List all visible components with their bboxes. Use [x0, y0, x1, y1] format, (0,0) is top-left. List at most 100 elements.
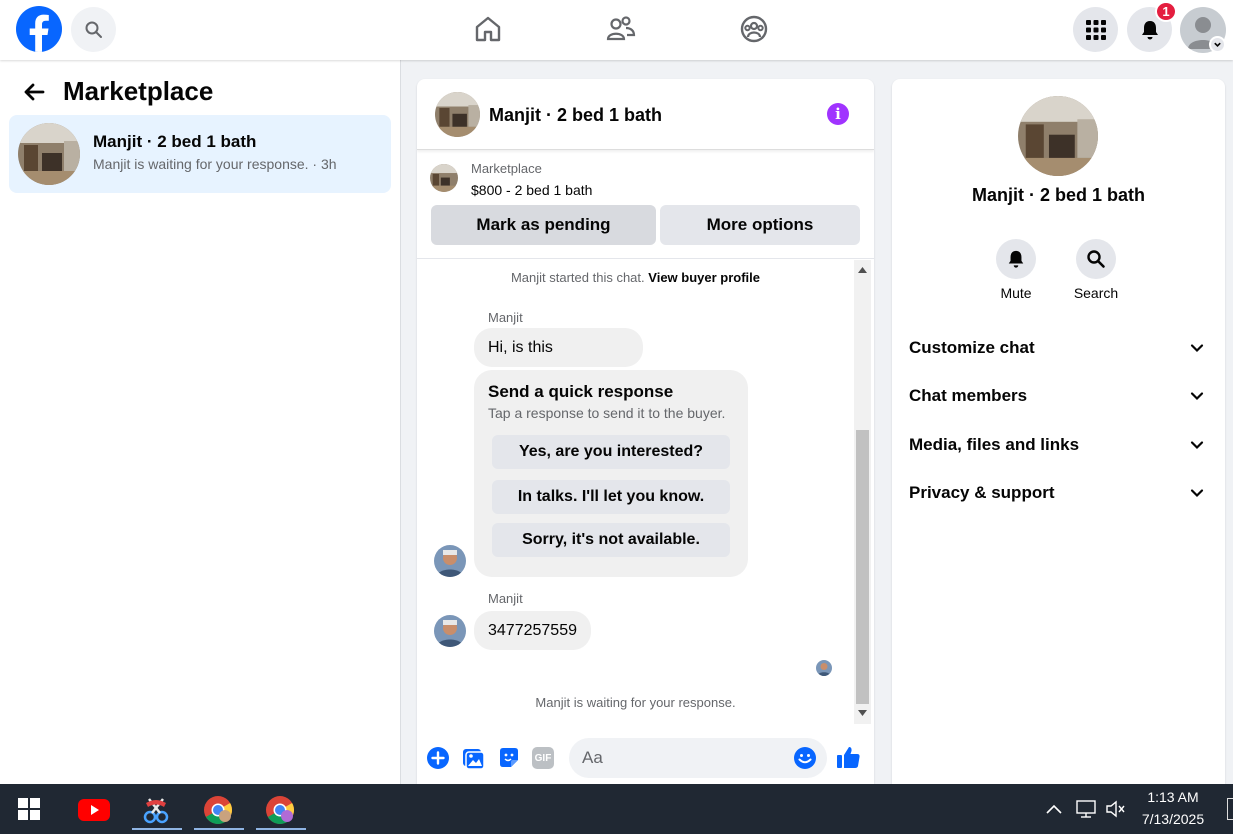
more-actions-button[interactable]	[426, 746, 450, 770]
snipping-tool-icon	[143, 798, 169, 824]
volume-control[interactable]	[1105, 799, 1127, 819]
sender-avatar	[434, 615, 466, 647]
triangle-up-icon	[858, 267, 867, 273]
show-hidden-icons-button[interactable]	[1045, 802, 1063, 814]
section-chat-members[interactable]: Chat members	[892, 376, 1225, 416]
attach-photo-button[interactable]	[461, 746, 485, 770]
message-bubble: Hi, is this available?	[474, 328, 643, 395]
search-in-chat-button[interactable]	[1076, 239, 1116, 279]
account-menu-caret[interactable]	[1209, 36, 1226, 53]
home-tab[interactable]	[471, 12, 505, 46]
back-button[interactable]	[21, 80, 49, 104]
home-icon	[475, 16, 501, 42]
quick-reply-not-available[interactable]: Sorry, it's not available.	[492, 523, 730, 557]
groups-icon	[740, 15, 768, 43]
taskbar-snipping-tool[interactable]	[132, 790, 182, 830]
start-button[interactable]	[18, 798, 40, 820]
triangle-down-icon	[858, 710, 867, 716]
chat-started-text: Manjit started this chat.	[510, 270, 645, 285]
windows-logo-icon	[18, 798, 40, 820]
message-thread: Manjit started this chat. View buyer pro…	[417, 260, 854, 724]
chat-window: Manjit · 2 bed 1 bath i Marketplace $800…	[417, 79, 874, 784]
quick-reply-yes[interactable]: Yes, are you interested?	[492, 435, 730, 469]
quick-response-title: Send a quick response	[488, 382, 674, 401]
marketplace-sidebar: Marketplace Manjit · 2 bed 1 bath Manjit…	[0, 60, 401, 784]
network-status[interactable]	[1075, 799, 1097, 819]
listing-label: Marketplace	[471, 161, 542, 176]
listing-thumbnail[interactable]	[430, 164, 458, 192]
sticker-button[interactable]	[497, 746, 521, 770]
view-buyer-profile-link[interactable]: View buyer profile	[648, 270, 760, 285]
clock-date[interactable]: 7/13/2025	[1130, 811, 1216, 827]
arrow-left-icon	[24, 83, 45, 101]
chat-title[interactable]: Manjit · 2 bed 1 bath	[489, 105, 662, 126]
menu-grid-icon	[1085, 19, 1106, 40]
section-label: Media, files and links	[909, 435, 1080, 454]
listing-price-title[interactable]: $800 - 2 bed 1 bath	[471, 182, 592, 198]
chrome-icon	[266, 796, 294, 824]
seen-indicator-avatar	[816, 660, 832, 676]
chat-avatar[interactable]	[435, 92, 480, 137]
mute-button[interactable]	[996, 239, 1036, 279]
search-icon	[85, 21, 102, 38]
menu-button[interactable]	[1073, 7, 1118, 52]
like-button[interactable]	[835, 744, 862, 771]
youtube-icon	[78, 799, 110, 821]
scrollbar-thumb[interactable]	[856, 430, 869, 704]
quick-response-subtitle: Tap a response to send it to the buyer.	[488, 405, 726, 421]
chevron-down-icon	[1190, 441, 1204, 450]
chevron-down-icon	[1190, 489, 1204, 498]
gif-button[interactable]: GIF	[532, 747, 554, 769]
message-scrollbar[interactable]	[854, 260, 871, 724]
message-input[interactable]	[569, 738, 827, 778]
volume-muted-icon	[1106, 800, 1125, 818]
mute-action[interactable]: Mute	[986, 239, 1046, 301]
waiting-notice: Manjit is waiting for your response.	[535, 695, 736, 710]
quick-response-card: Send a quick response Tap a response to …	[474, 370, 748, 577]
quick-reply-in-talks[interactable]: In talks. I'll let you know.	[492, 480, 730, 514]
mark-as-pending-button[interactable]: Mark as pending	[431, 205, 656, 245]
show-desktop-button[interactable]	[1227, 798, 1233, 820]
mute-label: Mute	[1000, 285, 1032, 301]
sticker-icon	[500, 748, 518, 767]
section-media-files-links[interactable]: Media, files and links	[892, 425, 1225, 465]
contact-avatar[interactable]	[1018, 96, 1098, 176]
section-label: Privacy & support	[909, 483, 1055, 502]
listing-thumbnail	[18, 123, 80, 185]
search-icon	[1087, 250, 1105, 268]
section-customize-chat[interactable]: Customize chat	[892, 328, 1225, 368]
contact-name: Manjit · 2 bed 1 bath	[971, 185, 1145, 205]
section-label: Chat members	[909, 386, 1028, 405]
taskbar-chrome[interactable]	[194, 790, 244, 830]
search-action[interactable]: Search	[1066, 239, 1126, 301]
sender-name: Manjit	[488, 310, 523, 325]
facebook-logo[interactable]	[16, 6, 62, 52]
chat-details-panel: Manjit · 2 bed 1 bath Mute Search Custom…	[892, 79, 1225, 784]
section-privacy-support[interactable]: Privacy & support	[892, 473, 1225, 513]
conversation-item[interactable]: Manjit · 2 bed 1 bath Manjit is waiting …	[9, 115, 391, 193]
emoji-button[interactable]	[793, 746, 817, 770]
scroll-up-arrow[interactable]	[854, 264, 871, 276]
more-options-button[interactable]: More options	[660, 205, 860, 245]
conversation-name: Manjit · 2 bed 1 bath	[93, 132, 257, 151]
thumbs-up-icon	[837, 747, 860, 768]
active-indicator	[194, 828, 244, 830]
active-indicator	[256, 828, 306, 830]
friends-tab[interactable]	[604, 12, 638, 46]
friends-icon	[606, 16, 636, 41]
listing-card: Marketplace $800 - 2 bed 1 bath Mark as …	[417, 151, 874, 259]
clock-time[interactable]: 1:13 AM	[1130, 789, 1216, 805]
network-icon	[1076, 800, 1096, 818]
chat-started-notice: Manjit started this chat. View buyer pro…	[417, 270, 854, 285]
info-icon[interactable]: i	[827, 103, 849, 125]
page-title: Marketplace	[63, 76, 214, 106]
taskbar-youtube[interactable]	[70, 790, 118, 830]
smiley-icon	[794, 747, 816, 769]
windows-taskbar: 1:13 AM 7/13/2025	[0, 784, 1233, 834]
taskbar-chrome-profile[interactable]	[256, 790, 306, 830]
scroll-down-arrow[interactable]	[854, 707, 871, 719]
search-button[interactable]	[71, 7, 116, 52]
groups-tab[interactable]	[737, 12, 771, 46]
message-composer: GIF	[417, 734, 874, 784]
chrome-icon	[204, 796, 232, 824]
